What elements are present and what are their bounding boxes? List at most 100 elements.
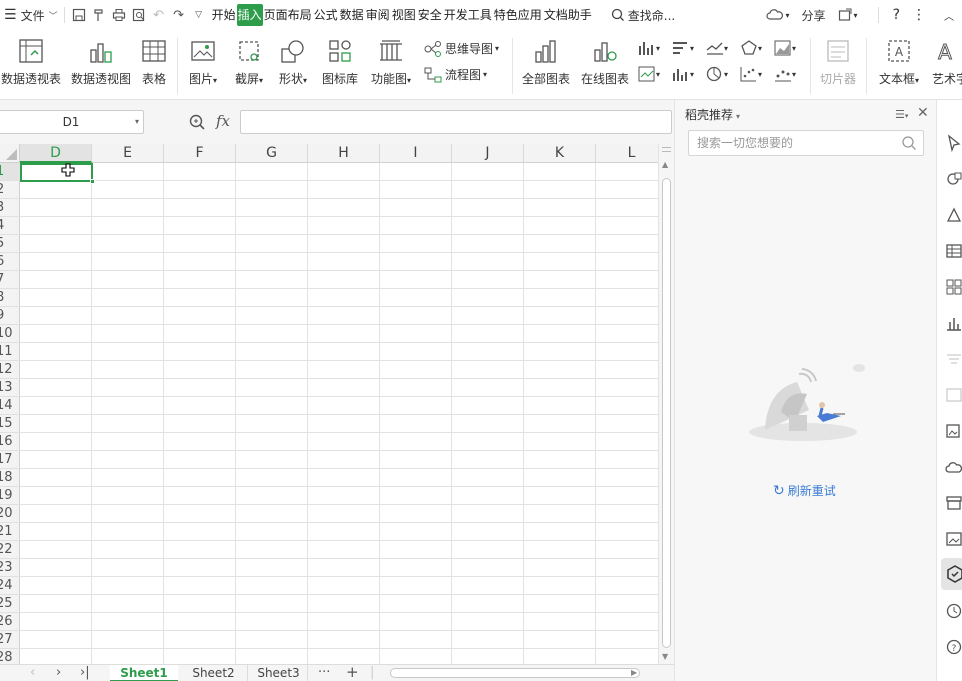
tab-security[interactable]: 安全 [417, 4, 443, 26]
row-header-11[interactable]: 11 [0, 343, 20, 361]
close-icon[interactable]: ✕ [917, 105, 929, 121]
panel-search-input[interactable] [688, 130, 924, 156]
column-header-j[interactable]: J [452, 144, 524, 163]
tab-view[interactable]: 视图 [391, 4, 417, 26]
row-header-25[interactable]: 25 [0, 595, 20, 613]
tab-special-apps[interactable]: 特色应用 [493, 4, 543, 26]
table-style-icon[interactable] [945, 242, 962, 260]
row-header-16[interactable]: 16 [0, 433, 20, 451]
row-header-4[interactable]: 4 [0, 217, 20, 235]
gallery-icon[interactable] [945, 530, 962, 548]
horizontal-scroll-thumb[interactable] [390, 668, 640, 678]
column-header-k[interactable]: K [524, 144, 596, 163]
column-header-e[interactable]: E [92, 144, 164, 163]
picture-button[interactable]: 图片▾ [184, 36, 222, 87]
scroll-up-icon[interactable]: ▲ [662, 160, 668, 169]
file-menu[interactable]: ☰ 文件 ﹀ [0, 0, 60, 30]
more-button[interactable]: ⋮ [910, 0, 928, 30]
screenshot-button[interactable]: 截屏▾ [230, 36, 268, 87]
more-sheets-icon[interactable]: ··· [318, 665, 330, 681]
art-text-button[interactable]: A 艺术字 [932, 36, 962, 87]
row-header-19[interactable]: 19 [0, 487, 20, 505]
column-header-f[interactable]: F [164, 144, 236, 163]
stock-chart-button[interactable]: ▾ [638, 66, 660, 82]
tab-insert[interactable]: 插入 [236, 4, 263, 26]
column-header-g[interactable]: G [236, 144, 308, 163]
row-header-23[interactable]: 23 [0, 559, 20, 577]
combo-chart-button[interactable]: ▾ [774, 66, 796, 82]
select-pointer-icon[interactable] [945, 134, 962, 152]
row-header-21[interactable]: 21 [0, 523, 20, 541]
active-cell-selection[interactable] [20, 163, 95, 184]
prev-sheet-icon[interactable]: ‹ [30, 665, 35, 681]
row-header-14[interactable]: 14 [0, 397, 20, 415]
radar-chart-button[interactable]: ▾ [740, 40, 762, 56]
row-header-22[interactable]: 22 [0, 541, 20, 559]
print-preview-icon[interactable] [129, 4, 149, 26]
name-box[interactable]: D1 ▾ [0, 110, 144, 134]
tab-review[interactable]: 审阅 [365, 4, 391, 26]
filter-disabled-icon[interactable] [945, 350, 962, 368]
zoom-formula-icon[interactable] [188, 113, 206, 134]
tab-formulas[interactable]: 公式 [313, 4, 339, 26]
row-header-20[interactable]: 20 [0, 505, 20, 523]
row-header-3[interactable]: 3 [0, 199, 20, 217]
row-header-27[interactable]: 27 [0, 631, 20, 649]
row-header-17[interactable]: 17 [0, 451, 20, 469]
select-all-corner[interactable] [0, 144, 20, 163]
tab-data[interactable]: 数据 [339, 4, 365, 26]
grid-apps-icon[interactable] [945, 278, 962, 296]
column-header-h[interactable]: H [308, 144, 380, 163]
undo-icon[interactable]: ↶ [149, 4, 169, 26]
row-header-24[interactable]: 24 [0, 577, 20, 595]
tab-home[interactable]: 开始 [211, 4, 237, 26]
customize-dropdown-icon[interactable]: ▽ [189, 4, 209, 26]
cells-area[interactable] [20, 163, 658, 664]
row-header-7[interactable]: 7 [0, 271, 20, 289]
collapse-ribbon-button[interactable]: ︿ [942, 0, 956, 30]
area-chart-button[interactable]: ▾ [774, 40, 796, 56]
row-header-1[interactable]: 1 [0, 163, 20, 181]
row-header-2[interactable]: 2 [0, 181, 20, 199]
histogram-chart-button[interactable]: ▾ [672, 66, 694, 82]
export-button[interactable]: ▾ [836, 0, 860, 30]
chart-tool-icon[interactable] [945, 314, 962, 332]
panel-title[interactable]: 稻壳推荐 ▾ [685, 106, 740, 123]
last-sheet-icon[interactable]: ›| [80, 665, 90, 681]
column-header-l[interactable]: L [596, 144, 658, 163]
row-header-13[interactable]: 13 [0, 379, 20, 397]
function-chart-button[interactable]: 功能图▾ [366, 36, 416, 87]
history-icon[interactable] [945, 602, 962, 620]
icon-library-button[interactable]: 图标库 [320, 36, 360, 87]
row-header-26[interactable]: 26 [0, 613, 20, 631]
cloud-backup-icon[interactable] [945, 458, 962, 476]
help-circle-icon[interactable]: ? [945, 638, 962, 656]
row-header-10[interactable]: 10 [0, 325, 20, 343]
sheet-tab-3[interactable]: Sheet3 [250, 665, 308, 681]
row-header-8[interactable]: 8 [0, 289, 20, 307]
shapes-icon[interactable] [945, 170, 962, 188]
style-icon[interactable] [945, 206, 962, 224]
next-sheet-icon[interactable]: › [56, 665, 61, 681]
panel-menu-icon[interactable]: ☰▾ [895, 108, 908, 121]
row-header-15[interactable]: 15 [0, 415, 20, 433]
vertical-scrollbar[interactable]: ▲ ▼ [658, 144, 674, 664]
row-header-9[interactable]: 9 [0, 307, 20, 325]
pie-chart-button[interactable]: ▾ [706, 66, 728, 82]
redo-icon[interactable]: ↷ [169, 4, 189, 26]
image-disabled-icon[interactable] [945, 386, 962, 404]
shape-button[interactable]: 形状▾ [274, 36, 312, 87]
textbox-button[interactable]: A 文本框▾ [872, 36, 926, 87]
slicer-button[interactable]: 切片器 [816, 36, 860, 87]
tab-page-layout[interactable]: 页面布局 [263, 4, 313, 26]
archive-icon[interactable] [945, 494, 962, 512]
print-icon[interactable] [109, 4, 129, 26]
picture-tool-icon[interactable] [945, 422, 962, 440]
pivot-table-button[interactable]: 数据透视表 [0, 36, 62, 87]
column-chart-button[interactable]: ▾ [638, 40, 660, 56]
sheet-tab-1[interactable]: Sheet1 [110, 665, 178, 681]
share-button[interactable]: 分享 [800, 0, 828, 30]
sheet-tab-2[interactable]: Sheet2 [180, 665, 248, 681]
docer-recommend-tab[interactable] [941, 558, 962, 590]
vertical-scroll-thumb[interactable] [662, 178, 671, 648]
